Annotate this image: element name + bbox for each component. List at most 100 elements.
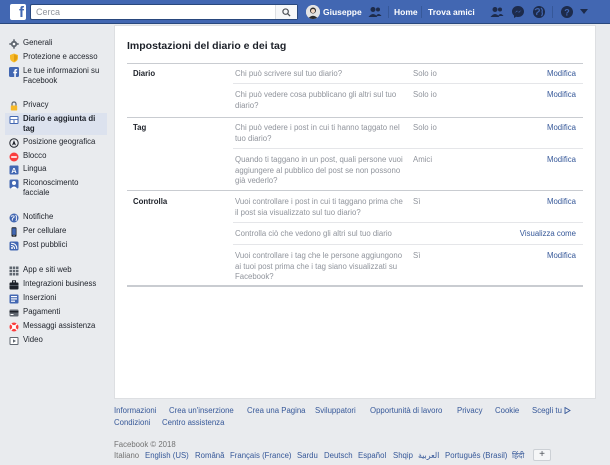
- edit-link[interactable]: Modifica: [547, 123, 576, 132]
- ad-choices-icon: [564, 406, 571, 415]
- edit-link[interactable]: Modifica: [547, 90, 576, 99]
- footer-link[interactable]: Informazioni: [114, 406, 156, 415]
- payment-icon: [9, 309, 19, 317]
- topbar-divider: [388, 6, 389, 18]
- sidebar-item-riconoscimento[interactable]: Riconoscimento facciale: [5, 178, 107, 198]
- sidebar-item-label: Blocco: [23, 151, 47, 160]
- footer-link[interactable]: Condizioni: [114, 418, 150, 427]
- more-languages-button[interactable]: +: [533, 449, 551, 461]
- sidebar-item-messaggi-assistenza[interactable]: Messaggi assistenza: [5, 321, 107, 332]
- avatar-image: [306, 5, 320, 19]
- sidebar-item-integrazioni[interactable]: Integrazioni business: [5, 279, 107, 290]
- mobile-icon: [11, 227, 17, 237]
- sidebar-item-cellulare[interactable]: Per cellulare: [5, 226, 107, 237]
- setting-question: Chi può vedere i post in cui ti hanno ta…: [235, 123, 400, 143]
- language-link[interactable]: Sardu: [297, 451, 318, 460]
- sidebar-item-label: Posizione geografica: [23, 137, 96, 146]
- edit-link[interactable]: Modifica: [547, 197, 576, 206]
- avatar[interactable]: [306, 5, 320, 19]
- language-link[interactable]: Español: [358, 451, 386, 460]
- sidebar-item-label: Inserzioni: [23, 293, 57, 302]
- help-icon[interactable]: ?: [560, 5, 574, 19]
- footer-link[interactable]: Cookie: [495, 406, 519, 415]
- timeline-icon: [9, 116, 19, 124]
- facebook-logo-icon[interactable]: f: [10, 4, 26, 20]
- row-divider: [233, 148, 583, 149]
- footer-link[interactable]: Privacy: [457, 406, 483, 415]
- chevron-down-icon[interactable]: [580, 9, 588, 15]
- setting-question: Vuoi controllare i post in cui ti taggan…: [235, 197, 403, 217]
- ads-icon: [9, 294, 19, 304]
- svg-text:A: A: [11, 166, 17, 175]
- search-input[interactable]: [31, 5, 271, 19]
- friend-requests-icon[interactable]: [490, 5, 504, 19]
- sidebar-item-label: Integrazioni business: [23, 279, 97, 288]
- friend-suggestions-icon[interactable]: [368, 5, 382, 19]
- rss-icon: [9, 241, 19, 251]
- footer-link[interactable]: Centro assistenza: [162, 418, 224, 427]
- setting-value: Amici: [413, 155, 433, 164]
- sidebar-item-label: App e siti web: [23, 265, 72, 274]
- row-divider: [233, 83, 583, 84]
- section-label-diario: Diario: [133, 69, 156, 78]
- language-link[interactable]: Português (Brasil): [445, 451, 507, 460]
- language-link[interactable]: Français (France): [230, 451, 292, 460]
- footer-link-label: Scegli tu: [532, 406, 562, 415]
- settings-panel: Impostazioni del diario e dei tag Diario…: [114, 25, 596, 399]
- sidebar-item-protezione[interactable]: Protezione e accesso: [5, 52, 107, 63]
- language-link[interactable]: English (US): [145, 451, 189, 460]
- sidebar-item-post-pubblici[interactable]: Post pubblici: [5, 240, 107, 251]
- sidebar-item-label: Generali: [23, 38, 53, 47]
- sidebar-item-label: Protezione e accesso: [23, 52, 98, 61]
- sidebar-item-posizione[interactable]: Posizione geografica: [5, 137, 107, 148]
- sidebar-item-pagamenti[interactable]: Pagamenti: [5, 307, 107, 318]
- sidebar-item-app-siti[interactable]: App e siti web: [5, 265, 107, 276]
- footer-link-ad-choices[interactable]: Scegli tu: [532, 406, 571, 415]
- location-icon: [9, 138, 19, 148]
- edit-link[interactable]: Modifica: [547, 155, 576, 164]
- sidebar-item-label: Video: [23, 335, 43, 344]
- page-title: Impostazioni del diario e dei tag: [127, 40, 287, 52]
- search-button[interactable]: [275, 5, 297, 19]
- sidebar-item-notifiche[interactable]: Notifiche: [5, 212, 107, 223]
- edit-link[interactable]: Modifica: [547, 69, 576, 78]
- messenger-icon[interactable]: [511, 5, 525, 19]
- sidebar-item-informazioni[interactable]: Le tue informazioni su Facebook: [5, 66, 107, 86]
- row-divider: [233, 244, 583, 245]
- language-icon: A: [9, 165, 19, 175]
- sidebar-item-label: Le tue informazioni su Facebook: [23, 66, 100, 85]
- profile-link[interactable]: Giuseppe: [323, 7, 362, 17]
- sidebar-item-label: Diario e aggiunta di tag: [23, 114, 96, 133]
- sidebar-item-label: Messaggi assistenza: [23, 321, 96, 330]
- setting-question: Chi può vedere cosa pubblicano gli altri…: [235, 90, 397, 110]
- view-as-link[interactable]: Visualizza come: [520, 229, 576, 238]
- footer-link[interactable]: Sviluppatori: [315, 406, 356, 415]
- notifications-globe-icon[interactable]: [532, 5, 546, 19]
- setting-value: Sì: [413, 197, 421, 206]
- language-link[interactable]: Shqip: [393, 451, 413, 460]
- language-link[interactable]: Deutsch: [324, 451, 353, 460]
- setting-value: Solo io: [413, 69, 437, 78]
- sidebar-item-inserzioni[interactable]: Inserzioni: [5, 293, 107, 304]
- sidebar-item-blocco[interactable]: Blocco: [5, 151, 107, 162]
- block-icon: [9, 152, 19, 162]
- language-link[interactable]: Română: [195, 451, 224, 460]
- sidebar-item-video[interactable]: Video: [5, 335, 107, 346]
- sidebar-item-label: Post pubblici: [23, 240, 68, 249]
- language-link[interactable]: हिंदी: [512, 451, 524, 461]
- globe-icon: [9, 213, 19, 223]
- search-box: [30, 4, 298, 20]
- sidebar-item-generali[interactable]: Generali: [5, 38, 107, 49]
- footer-link[interactable]: Crea una Pagina: [247, 406, 306, 415]
- language-link[interactable]: العربية: [418, 451, 439, 460]
- setting-question: Vuoi controllare i tag che le persone ag…: [235, 251, 403, 281]
- edit-link[interactable]: Modifica: [547, 251, 576, 260]
- row-divider: [233, 222, 583, 223]
- sidebar-item-lingua[interactable]: A Lingua: [5, 164, 107, 175]
- footer-link[interactable]: Opportunità di lavoro: [370, 406, 442, 415]
- sidebar-item-privacy[interactable]: Privacy: [5, 100, 107, 111]
- footer-link[interactable]: Crea un'inserzione: [169, 406, 234, 415]
- home-link[interactable]: Home: [394, 7, 418, 17]
- sidebar-item-diario-tag[interactable]: Diario e aggiunta di tag: [5, 113, 107, 135]
- find-friends-link[interactable]: Trova amici: [428, 7, 475, 17]
